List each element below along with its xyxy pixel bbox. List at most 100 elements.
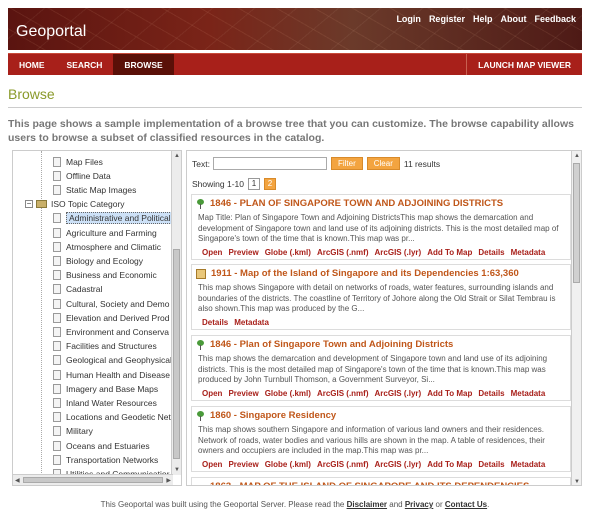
tree-scroll-thumb[interactable]: [173, 249, 180, 459]
title-divider: [8, 107, 582, 108]
record-title-link[interactable]: 1911 - Map of the Island of Singapore an…: [196, 268, 566, 279]
tree-item[interactable]: Static Map Images: [53, 183, 136, 196]
tree-item[interactable]: Agriculture and Farming: [53, 226, 157, 239]
tree-item[interactable]: Inland Water Resources: [53, 396, 157, 409]
document-icon: [53, 270, 61, 281]
page-footer: This Geoportal was built using the Geopo…: [8, 500, 582, 509]
record-action-link[interactable]: Metadata: [511, 248, 546, 257]
record-action-link[interactable]: ArcGIS (.nmf): [317, 460, 369, 469]
document-icon: [53, 241, 61, 252]
record-action-link[interactable]: Preview: [228, 389, 258, 398]
record-action-link[interactable]: Globe (.kml): [265, 460, 311, 469]
privacy-link[interactable]: Privacy: [405, 500, 433, 509]
record-action-link[interactable]: Preview: [228, 460, 258, 469]
help-link[interactable]: Help: [473, 14, 493, 24]
record-title-link[interactable]: 1846 - Plan of Singapore Town and Adjoin…: [196, 339, 566, 350]
page-2-button[interactable]: 2: [263, 178, 276, 190]
tree-item[interactable]: Cadastral: [53, 283, 102, 296]
record-action-link[interactable]: ArcGIS (.lyr): [375, 389, 422, 398]
record-action-link[interactable]: Details: [202, 318, 228, 327]
page-title: Browse: [8, 86, 55, 102]
tree-item[interactable]: Transportation Networks: [53, 453, 158, 466]
tree-item[interactable]: Environment and Conserva: [53, 325, 169, 338]
tree-item-label: Business and Economic: [66, 270, 157, 281]
disclaimer-link[interactable]: Disclaimer: [347, 500, 387, 509]
tree-horizontal-scrollbar[interactable]: ◀ ▶: [13, 474, 173, 485]
tree-item[interactable]: Military: [53, 425, 93, 438]
document-icon: [53, 369, 61, 380]
login-link[interactable]: Login: [396, 14, 421, 24]
tree-item[interactable]: − ISO Topic Category: [25, 198, 125, 211]
record-title-link[interactable]: 1846 - PLAN OF SINGAPORE TOWN AND ADJOIN…: [196, 198, 566, 209]
scroll-up-icon[interactable]: ▲: [174, 153, 180, 159]
tree-item[interactable]: Oceans and Estuaries: [53, 439, 150, 452]
result-record: 1846 - PLAN OF SINGAPORE TOWN AND ADJOIN…: [191, 194, 571, 260]
record-action-link[interactable]: Metadata: [511, 460, 546, 469]
tree-item[interactable]: Elevation and Derived Prod: [53, 311, 169, 324]
scroll-right-icon[interactable]: ▶: [166, 477, 171, 484]
tree-item[interactable]: Business and Economic: [53, 269, 157, 282]
record-action-link[interactable]: Globe (.kml): [265, 248, 311, 257]
tree-item[interactable]: Map Files: [53, 155, 103, 168]
tree-item-label: Administrative and Political: [66, 212, 174, 225]
tree-hscroll-thumb[interactable]: [23, 477, 163, 483]
record-action-link[interactable]: ArcGIS (.nmf): [317, 389, 369, 398]
record-action-link[interactable]: Add To Map: [427, 389, 472, 398]
feedback-link[interactable]: Feedback: [534, 14, 576, 24]
record-action-link[interactable]: Preview: [228, 248, 258, 257]
results-scroll-thumb[interactable]: [573, 163, 580, 283]
record-action-link[interactable]: Open: [202, 248, 222, 257]
results-panel: Text: Filter Clear 11 results Showing 1-…: [186, 150, 582, 486]
tree-item[interactable]: Atmosphere and Climatic: [53, 240, 161, 253]
document-icon: [53, 170, 61, 181]
record-action-link[interactable]: Details: [478, 248, 504, 257]
map-icon: [196, 268, 206, 279]
tree-item[interactable]: Geological and Geophysical: [53, 354, 172, 367]
collapse-icon[interactable]: −: [25, 200, 33, 209]
tree-vertical-scrollbar[interactable]: ▲ ▼: [171, 151, 181, 475]
record-action-link[interactable]: Add To Map: [427, 460, 472, 469]
record-action-link[interactable]: ArcGIS (.lyr): [375, 248, 422, 257]
record-action-link[interactable]: Add To Map: [427, 248, 472, 257]
record-title-link[interactable]: 1860 - Singapore Residency: [196, 410, 566, 421]
launch-map-viewer-button[interactable]: LAUNCH MAP VIEWER: [466, 54, 582, 75]
scroll-down-icon[interactable]: ▼: [174, 467, 180, 473]
results-scroll-down-icon[interactable]: ▼: [574, 479, 580, 485]
nav-home[interactable]: HOME: [8, 54, 56, 75]
tree-item[interactable]: Locations and Geodetic Net: [53, 411, 171, 424]
record-action-link[interactable]: Metadata: [234, 318, 269, 327]
page-1-button[interactable]: 1: [247, 178, 260, 190]
tree-item[interactable]: Biology and Ecology: [53, 254, 143, 267]
register-link[interactable]: Register: [429, 14, 465, 24]
record-action-link[interactable]: ArcGIS (.nmf): [317, 248, 369, 257]
tree-item[interactable]: Facilities and Structures: [53, 340, 157, 353]
map-pin-icon: [196, 339, 205, 350]
tree-item[interactable]: Offline Data: [53, 169, 111, 182]
results-scroll-up-icon[interactable]: ▲: [574, 153, 580, 159]
record-action-link[interactable]: Open: [202, 389, 222, 398]
record-title-link[interactable]: 1863 - MAP OF THE ISLAND OF SINGAPORE AN…: [196, 481, 566, 485]
about-link[interactable]: About: [500, 14, 526, 24]
scroll-left-icon[interactable]: ◀: [15, 477, 20, 484]
contact-us-link[interactable]: Contact Us: [445, 500, 487, 509]
filter-text-input[interactable]: [212, 157, 327, 170]
record-action-link[interactable]: Globe (.kml): [265, 389, 311, 398]
site-logo[interactable]: Geoportal: [16, 23, 86, 41]
tree-item[interactable]: Human Health and Disease: [53, 368, 170, 381]
clear-button[interactable]: Clear: [366, 157, 400, 170]
tree-item[interactable]: Cultural, Society and Demo: [53, 297, 169, 310]
filter-button[interactable]: Filter: [330, 157, 363, 170]
record-action-link[interactable]: Metadata: [511, 389, 546, 398]
results-scrollbar[interactable]: ▲ ▼: [571, 151, 581, 485]
record-action-link[interactable]: ArcGIS (.lyr): [375, 460, 422, 469]
nav-search[interactable]: SEARCH: [56, 54, 114, 75]
nav-browse[interactable]: BROWSE: [113, 54, 174, 75]
tree-item[interactable]: Imagery and Base Maps: [53, 382, 158, 395]
tree-item[interactable]: Administrative and Political: [53, 212, 174, 225]
record-action-link[interactable]: Open: [202, 460, 222, 469]
document-icon: [53, 312, 61, 323]
record-action-link[interactable]: Details: [478, 389, 504, 398]
record-title: 1860 - Singapore Residency: [210, 410, 337, 421]
record-action-link[interactable]: Details: [478, 460, 504, 469]
browse-tree: Map Files Offline Data Static Map Images − I…: [12, 150, 182, 486]
